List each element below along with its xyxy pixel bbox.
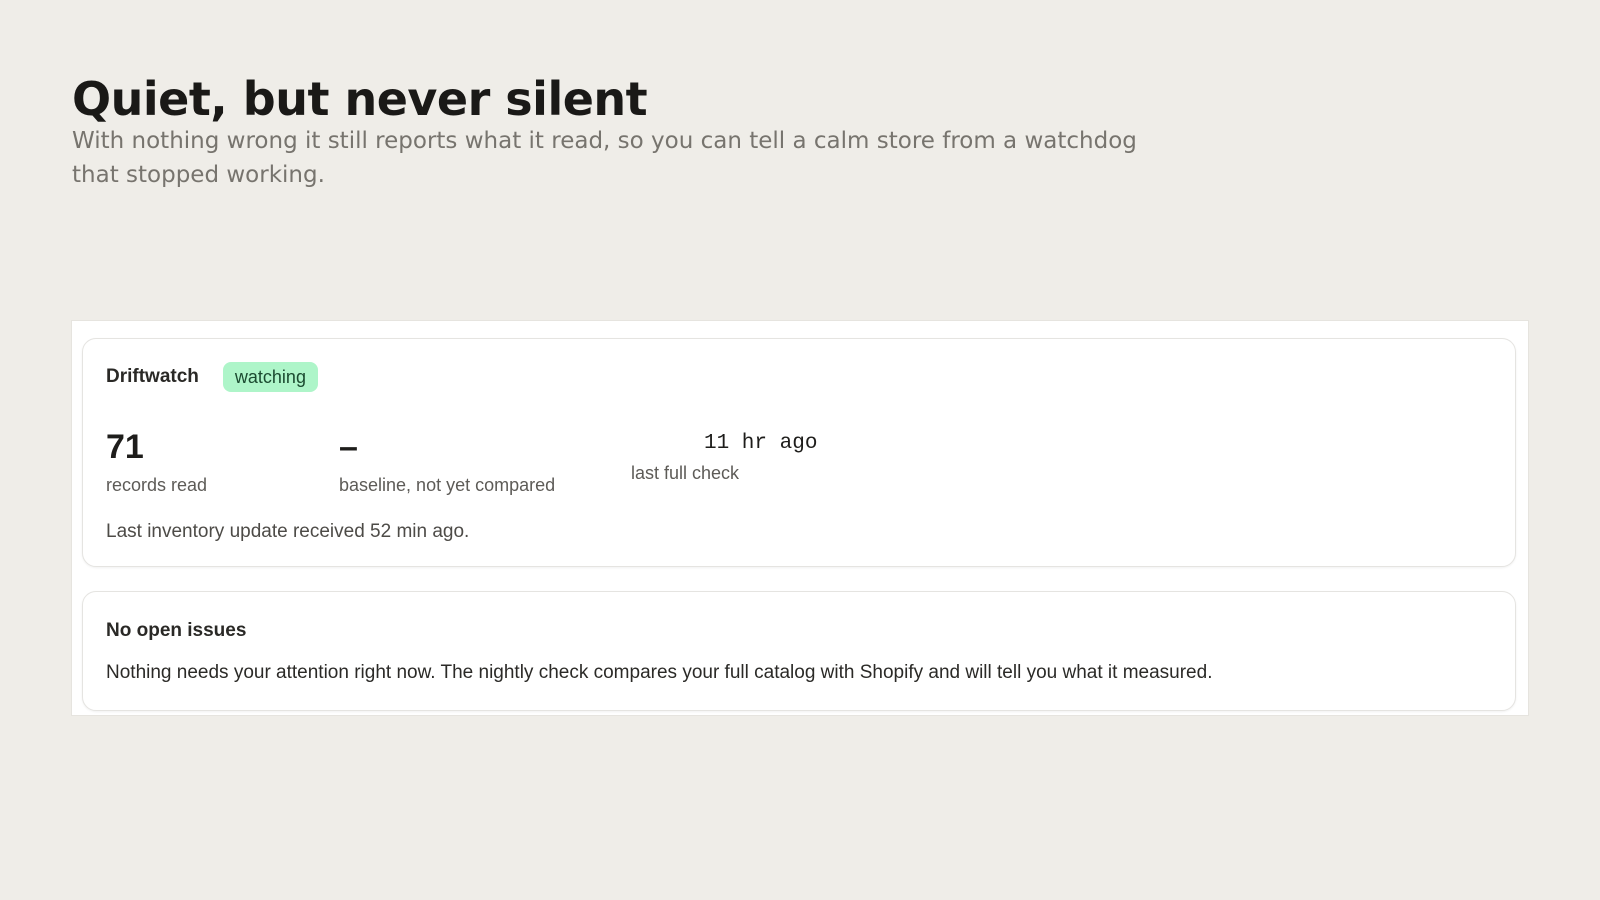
last-update-note: Last inventory update received 52 min ag… [106,521,470,542]
metric-value: 11 hr ago [704,432,818,455]
metric-label: records read [106,475,208,495]
metric-value: – [339,428,358,466]
hero: Quiet, but never silent With nothing wro… [72,70,1152,192]
page-title: Quiet, but never silent [72,72,648,126]
issues-body: Nothing needs your attention right now. … [106,662,1213,683]
metric-records-read: 71 records read [106,427,207,496]
metric-baseline: – baseline, not yet compared [339,427,555,496]
preview-panel: Driftwatch watching 71 records read – ba… [71,320,1529,716]
status-badge: watching [222,362,318,392]
status-header: Driftwatch watching [106,362,318,392]
issues-title: No open issues [106,620,247,641]
metric-value: 71 [106,428,144,466]
metric-label: baseline, not yet compared [339,475,556,495]
metric-last-full-check: 11 hr ago last full check [631,431,817,484]
metric-label: last full check [631,463,740,483]
status-card: Driftwatch watching 71 records read – ba… [82,338,1516,567]
app-name: Driftwatch [106,366,199,387]
page-subtitle: With nothing wrong it still reports what… [72,128,1137,188]
issues-card: No open issues Nothing needs your attent… [82,591,1516,711]
